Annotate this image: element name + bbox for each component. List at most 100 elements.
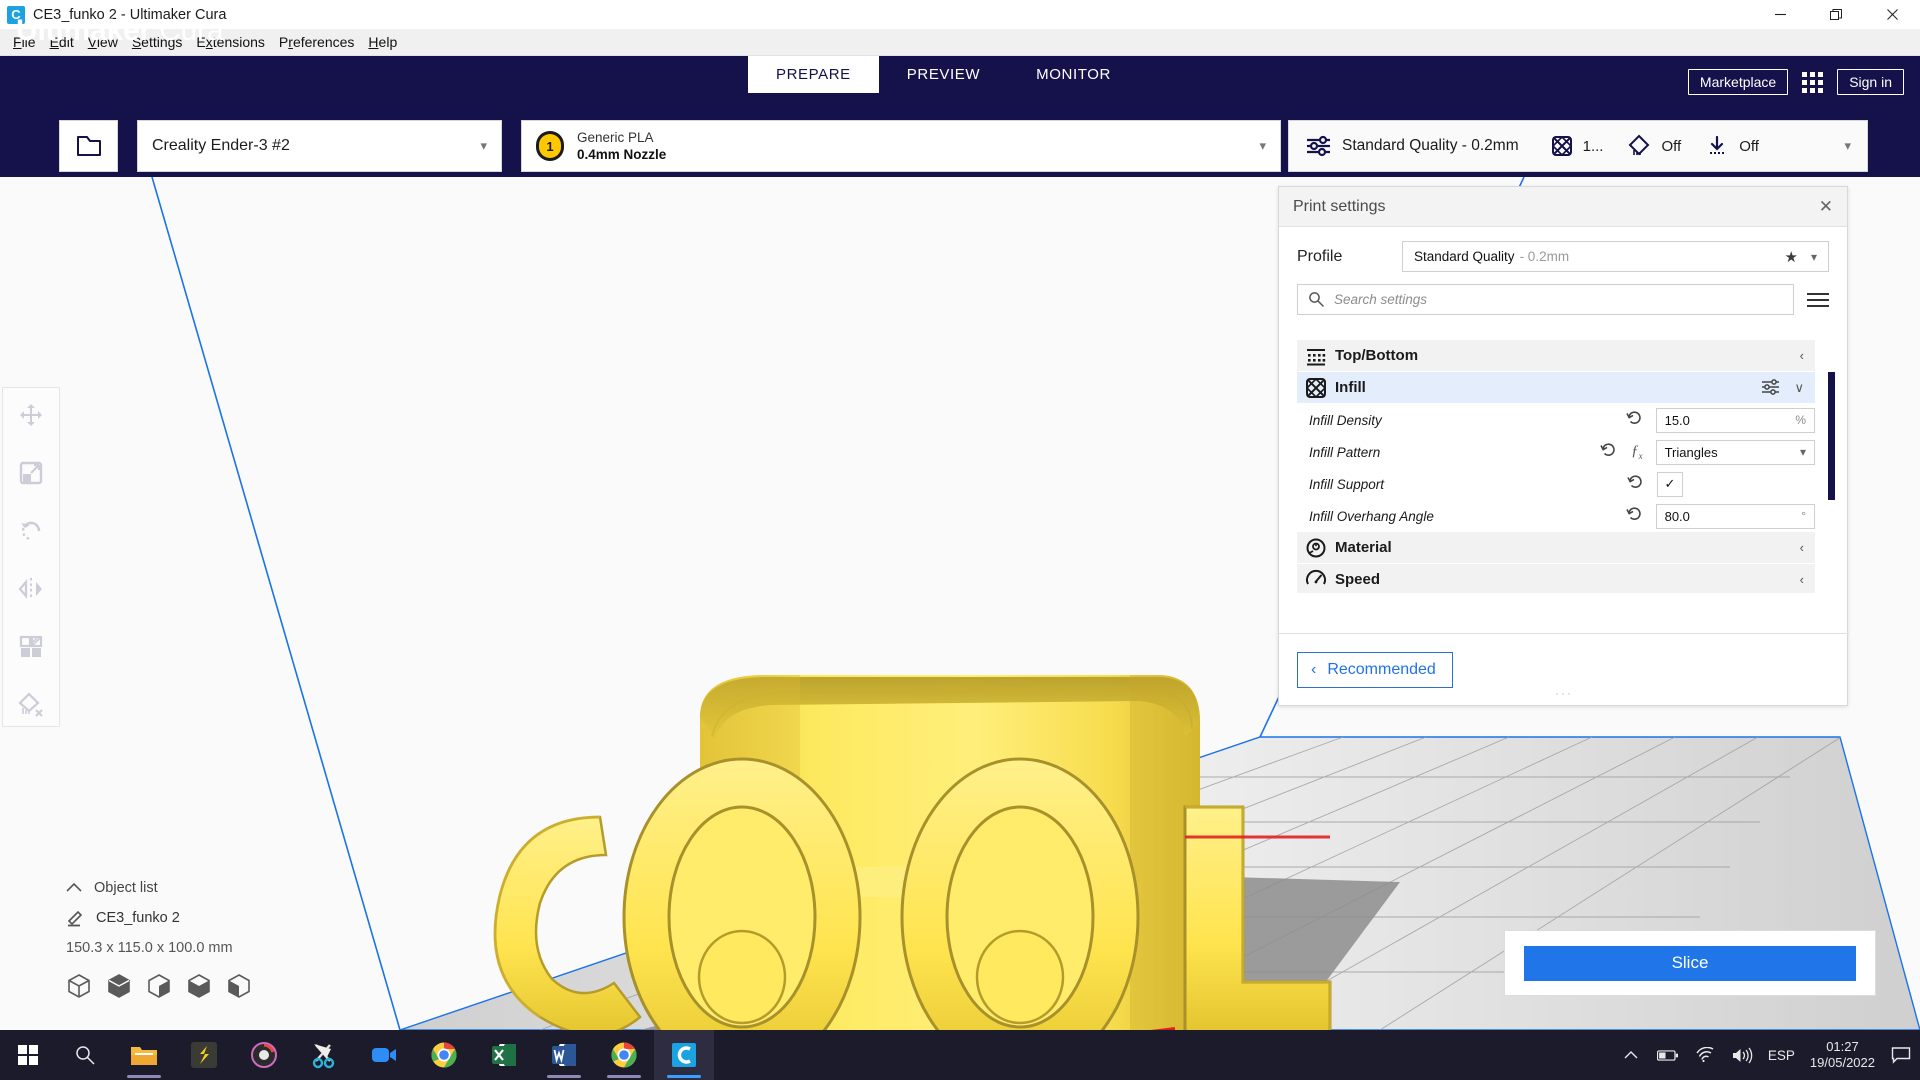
chevron-up-icon[interactable]	[1620, 1044, 1642, 1066]
revert-icon[interactable]	[1600, 442, 1617, 463]
profile-label: Profile	[1297, 248, 1402, 266]
profile-meta: - 0.2mm	[1520, 249, 1570, 264]
object-list-title: Object list	[94, 880, 158, 896]
object-list-header[interactable]: Object list	[66, 880, 396, 896]
notification-icon[interactable]	[1890, 1044, 1912, 1066]
revert-icon[interactable]	[1626, 410, 1643, 431]
mirror-tool[interactable]	[11, 572, 51, 606]
tab-monitor[interactable]: MONITOR	[1008, 56, 1139, 93]
settings-list[interactable]: Top/Bottom ‹ Infill	[1297, 340, 1815, 593]
close-button[interactable]	[1864, 0, 1920, 29]
close-icon[interactable]: ✕	[1819, 198, 1833, 215]
function-icon[interactable]: ƒx	[1631, 443, 1643, 461]
sign-in-button[interactable]: Sign in	[1837, 69, 1904, 95]
category-material[interactable]: Material ‹	[1297, 532, 1815, 564]
apps-grid-icon[interactable]	[1802, 72, 1823, 93]
taskbar-app-word[interactable]	[534, 1030, 594, 1080]
topbar-right-actions: Marketplace Sign in	[1688, 69, 1904, 95]
quality-label: Standard Quality - 0.2mm	[1342, 137, 1519, 155]
category-top-bottom[interactable]: Top/Bottom ‹	[1297, 340, 1815, 372]
menu-help[interactable]: Help	[361, 31, 404, 53]
check-mark: ✓	[1665, 476, 1676, 492]
per-model-settings-tool[interactable]	[11, 630, 51, 664]
open-file-button[interactable]	[59, 120, 118, 172]
setting-infill-support[interactable]: Infill Support ✓	[1297, 468, 1815, 500]
support-blocker-tool[interactable]	[11, 688, 51, 722]
marketplace-button[interactable]: Marketplace	[1688, 69, 1788, 95]
taskbar-app-sublime-text[interactable]	[174, 1030, 234, 1080]
taskbar-app-excel[interactable]	[474, 1030, 534, 1080]
setting-infill-density[interactable]: Infill Density 15.0 %	[1297, 404, 1815, 436]
wifi-icon[interactable]	[1694, 1044, 1716, 1066]
setting-infill-overhang-angle[interactable]: Infill Overhang Angle 80.0 °	[1297, 500, 1815, 532]
view-right-icon[interactable]	[226, 973, 252, 999]
taskbar-app-cura-old[interactable]	[234, 1030, 294, 1080]
view-top-icon[interactable]	[146, 973, 172, 999]
category-speed[interactable]: Speed ‹	[1297, 564, 1815, 593]
print-settings-panel: Print settings ✕ Profile Standard Qualit…	[1278, 186, 1848, 706]
settings-scrollbar[interactable]	[1828, 345, 1835, 587]
tab-preview[interactable]: PREVIEW	[879, 56, 1008, 93]
revert-icon[interactable]	[1626, 506, 1643, 527]
print-settings-title: Print settings	[1293, 198, 1385, 216]
category-label: Top/Bottom	[1335, 347, 1418, 364]
setting-value-dropdown[interactable]: Triangles ▾	[1656, 440, 1815, 465]
taskbar-app-file-explorer[interactable]	[114, 1030, 174, 1080]
taskbar-app-snip-sketch[interactable]	[294, 1030, 354, 1080]
taskbar-search-icon[interactable]	[56, 1044, 114, 1066]
clock-date: 19/05/2022	[1810, 1055, 1875, 1071]
slice-button[interactable]: Slice	[1524, 946, 1856, 981]
scale-icon	[18, 460, 44, 486]
setting-label: Infill Density	[1309, 413, 1573, 428]
adhesion-icon	[1705, 134, 1729, 158]
object-list-item[interactable]: CE3_funko 2	[66, 909, 396, 927]
category-label: Infill	[1335, 379, 1366, 396]
print-settings-footer: ‹ Recommended ···	[1279, 633, 1849, 705]
stage-tabs: PREPARE PREVIEW MONITOR	[748, 56, 1139, 93]
logo-cura: Cura	[159, 14, 223, 47]
taskbar-app-zoom[interactable]	[354, 1030, 414, 1080]
category-infill[interactable]: Infill ∨	[1297, 372, 1815, 404]
menu-preferences-pre: P	[279, 34, 288, 50]
scale-tool[interactable]	[11, 456, 51, 490]
menu-preferences[interactable]: Preferences	[272, 31, 362, 53]
recommended-mode-button[interactable]: ‹ Recommended	[1297, 652, 1453, 688]
battery-icon[interactable]	[1657, 1044, 1679, 1066]
hamburger-menu-icon[interactable]	[1807, 293, 1829, 307]
taskbar-app-ultimaker-cura[interactable]	[654, 1030, 714, 1080]
camera-icon	[369, 1041, 399, 1069]
tab-prepare[interactable]: PREPARE	[748, 56, 879, 93]
star-icon[interactable]: ★	[1785, 248, 1798, 266]
revert-icon[interactable]	[1627, 474, 1644, 495]
clock[interactable]: 01:27 19/05/2022	[1810, 1039, 1875, 1072]
printer-selector[interactable]: Creality Ender-3 #2 ▾	[137, 120, 502, 172]
tune-settings-icon[interactable]	[1761, 378, 1780, 398]
scrollbar-thumb[interactable]	[1828, 372, 1835, 500]
taskbar-app-chrome-2[interactable]	[594, 1030, 654, 1080]
volume-icon[interactable]	[1731, 1044, 1753, 1066]
view-3d-icon[interactable]	[66, 973, 92, 999]
profile-name: Standard Quality	[1414, 249, 1515, 264]
configuration-bar: Creality Ender-3 #2 ▾ 1 Generic PLA 0.4m…	[0, 115, 1920, 177]
search-settings-box[interactable]	[1297, 284, 1794, 315]
pencil-icon	[66, 909, 84, 927]
windows-start-icon[interactable]	[0, 1044, 56, 1066]
search-input[interactable]	[1334, 292, 1783, 307]
object-list-panel: Object list CE3_funko 2 150.3 x 115.0 x …	[66, 880, 396, 999]
taskbar-app-chrome[interactable]	[414, 1030, 474, 1080]
profile-selector[interactable]: Standard Quality - 0.2mm ★ ▾	[1402, 241, 1829, 272]
setting-value-field[interactable]: 80.0 °	[1656, 504, 1815, 529]
print-setup-selector[interactable]: Standard Quality - 0.2mm 1...	[1288, 120, 1868, 172]
panel-resize-grip[interactable]: ···	[1555, 686, 1573, 700]
language-indicator[interactable]: ESP	[1768, 1048, 1795, 1063]
setting-value-field[interactable]: 15.0 %	[1656, 408, 1815, 433]
maximize-button[interactable]	[1808, 0, 1864, 29]
minimize-button[interactable]	[1752, 0, 1808, 29]
rotate-tool[interactable]	[11, 514, 51, 548]
view-left-icon[interactable]	[186, 973, 212, 999]
material-selector[interactable]: 1 Generic PLA 0.4mm Nozzle ▾	[521, 120, 1281, 172]
setting-checkbox[interactable]: ✓	[1657, 472, 1683, 497]
view-front-icon[interactable]	[106, 973, 132, 999]
move-tool[interactable]	[11, 398, 51, 432]
setting-infill-pattern[interactable]: Infill Pattern ƒx Triangles ▾	[1297, 436, 1815, 468]
